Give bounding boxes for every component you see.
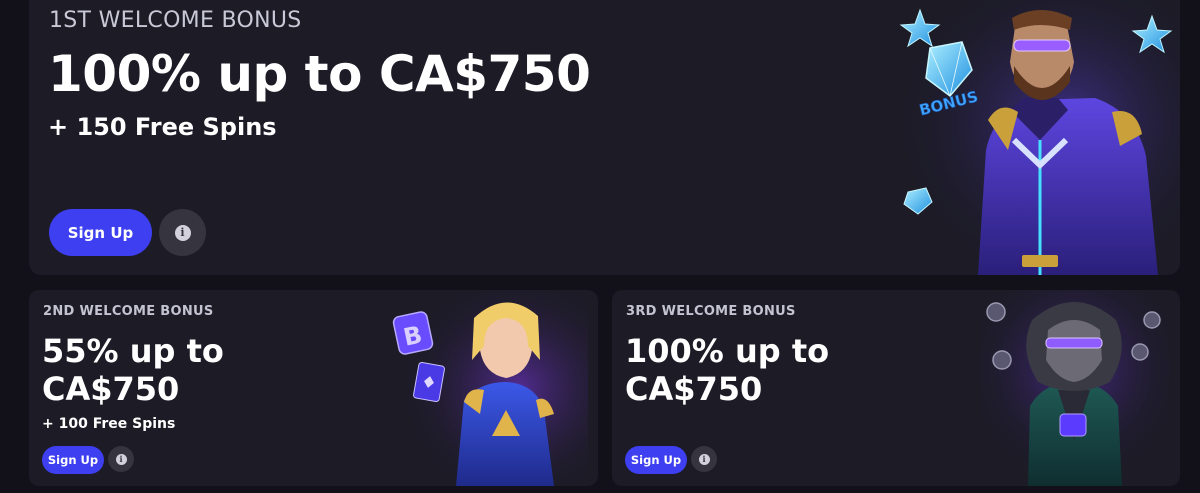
coin-icon [992,350,1012,370]
welcome-bonus-card-3: 3RD WELCOME BONUS 100% up to CA$750 Sign… [612,290,1180,486]
hero-illustration: BONUS [890,0,1180,275]
bonus-free-spins: + 100 Free Spins [42,416,176,432]
coin-icon [1143,311,1161,329]
bonus-headline: 55% up to CA$750 [42,332,224,408]
bonus-eyebrow: 2ND WELCOME BONUS [43,304,214,319]
bonus-eyebrow: 3RD WELCOME BONUS [626,304,796,319]
bitcoin-icon: B [392,311,434,355]
bonus-eyebrow: 1ST WELCOME BONUS [49,8,302,33]
sign-up-button[interactable]: Sign Up [625,446,687,474]
info-icon: i [115,453,127,465]
info-icon: i [174,224,191,241]
welcome-bonus-card-1: 1ST WELCOME BONUS 100% up to CA$750 + 15… [29,0,1180,275]
info-button[interactable]: i [108,446,134,472]
sign-up-button[interactable]: Sign Up [42,446,104,474]
info-button[interactable]: i [159,209,206,256]
heroine-illustration: B [388,290,588,486]
bonus-headline: 100% up to CA$750 [625,332,830,408]
lion-illustration [980,290,1170,486]
coin-icon [1131,343,1149,361]
bonus-headline: 100% up to CA$750 [48,45,591,103]
info-icon: i [698,453,710,465]
coin-icon [986,302,1006,322]
info-button[interactable]: i [691,446,717,472]
sign-up-button[interactable]: Sign Up [49,209,152,256]
bonus-free-spins: + 150 Free Spins [48,113,277,141]
welcome-bonus-card-2: 2ND WELCOME BONUS 55% up to CA$750 + 100… [29,290,598,486]
